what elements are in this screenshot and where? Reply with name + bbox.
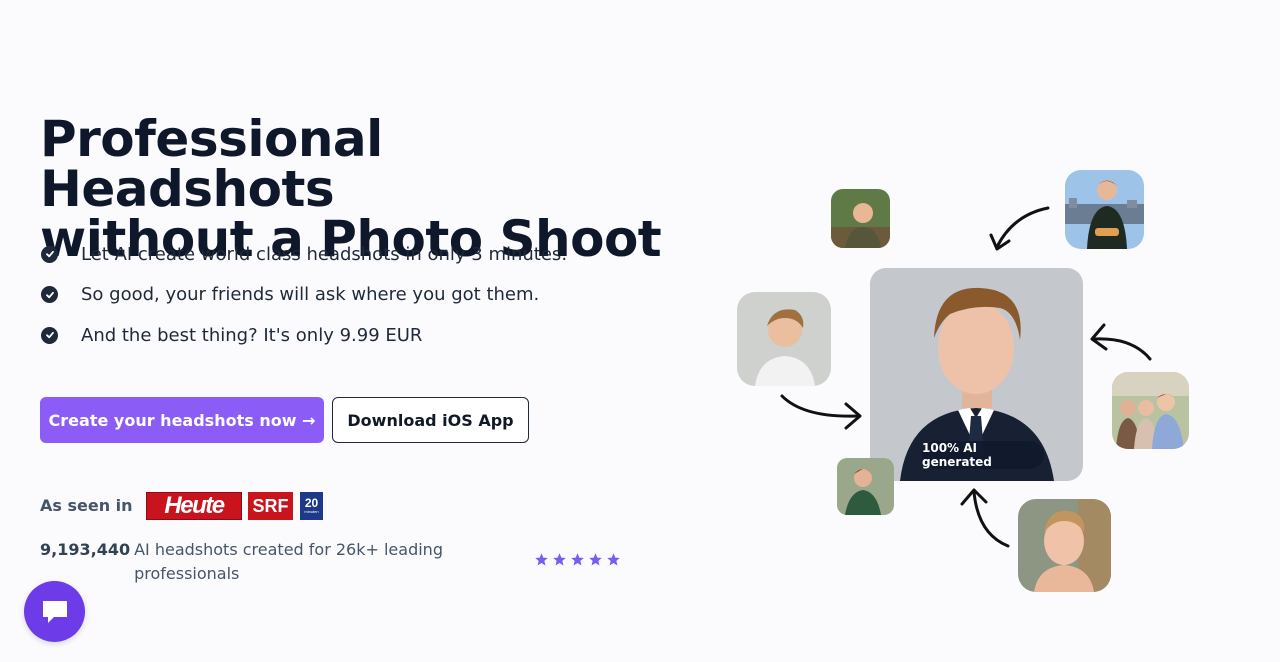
arrow-icon	[780, 394, 862, 430]
star-rating	[534, 552, 621, 567]
selfie-photo	[837, 458, 894, 515]
20-minuten-logo-sub: minuten	[304, 509, 319, 514]
star-icon	[607, 553, 620, 566]
stats-text: AI headshots created for 26k+ leading pr…	[134, 540, 443, 583]
arrow-icon	[960, 488, 1010, 548]
feature-item: So good, your friends will ask where you…	[41, 283, 567, 307]
check-circle-icon	[41, 326, 58, 344]
feature-item: And the best thing? It's only 9.99 EUR	[41, 323, 567, 347]
star-icon	[571, 553, 584, 566]
selfie-photo	[1112, 372, 1189, 449]
selfie-photo	[1018, 499, 1111, 592]
feature-text: So good, your friends will ask where you…	[81, 284, 540, 305]
check-circle-icon	[41, 245, 58, 263]
20-minuten-logo: 20 minuten	[300, 492, 323, 520]
star-icon	[535, 553, 548, 566]
as-seen-in-label: As seen in	[40, 496, 133, 515]
hero-title-line1: Professional Headshots	[40, 110, 383, 218]
feature-text: And the best thing? It's only 9.99 EUR	[81, 324, 423, 346]
srf-logo: SRF	[248, 492, 293, 520]
chat-button[interactable]	[24, 581, 85, 642]
feature-list: Let AI create world class headshots in o…	[41, 242, 567, 364]
heute-logo: Heute	[146, 492, 242, 520]
20-minuten-logo-number: 20	[304, 496, 319, 510]
star-icon	[553, 553, 566, 566]
selfie-photo	[737, 292, 831, 386]
headshot-count: 9,193,440	[40, 540, 131, 559]
star-icon	[589, 553, 602, 566]
create-headshots-button[interactable]: Create your headshots now →	[40, 397, 324, 443]
feature-item: Let AI create world class headshots in o…	[41, 242, 567, 266]
download-ios-app-button[interactable]: Download iOS App	[332, 397, 529, 443]
arrow-icon	[989, 206, 1050, 251]
check-circle-icon	[41, 286, 58, 303]
selfie-photo	[831, 189, 890, 248]
ai-generated-badge: 100% AI generated	[922, 441, 1044, 469]
stats-line: 9,193,440 AI headshots created for 26k+ …	[40, 538, 460, 586]
arrow-icon	[1090, 323, 1152, 361]
feature-text: Let AI create world class headshots in o…	[81, 243, 568, 265]
chat-icon	[42, 600, 67, 623]
selfie-photo	[1065, 170, 1144, 249]
